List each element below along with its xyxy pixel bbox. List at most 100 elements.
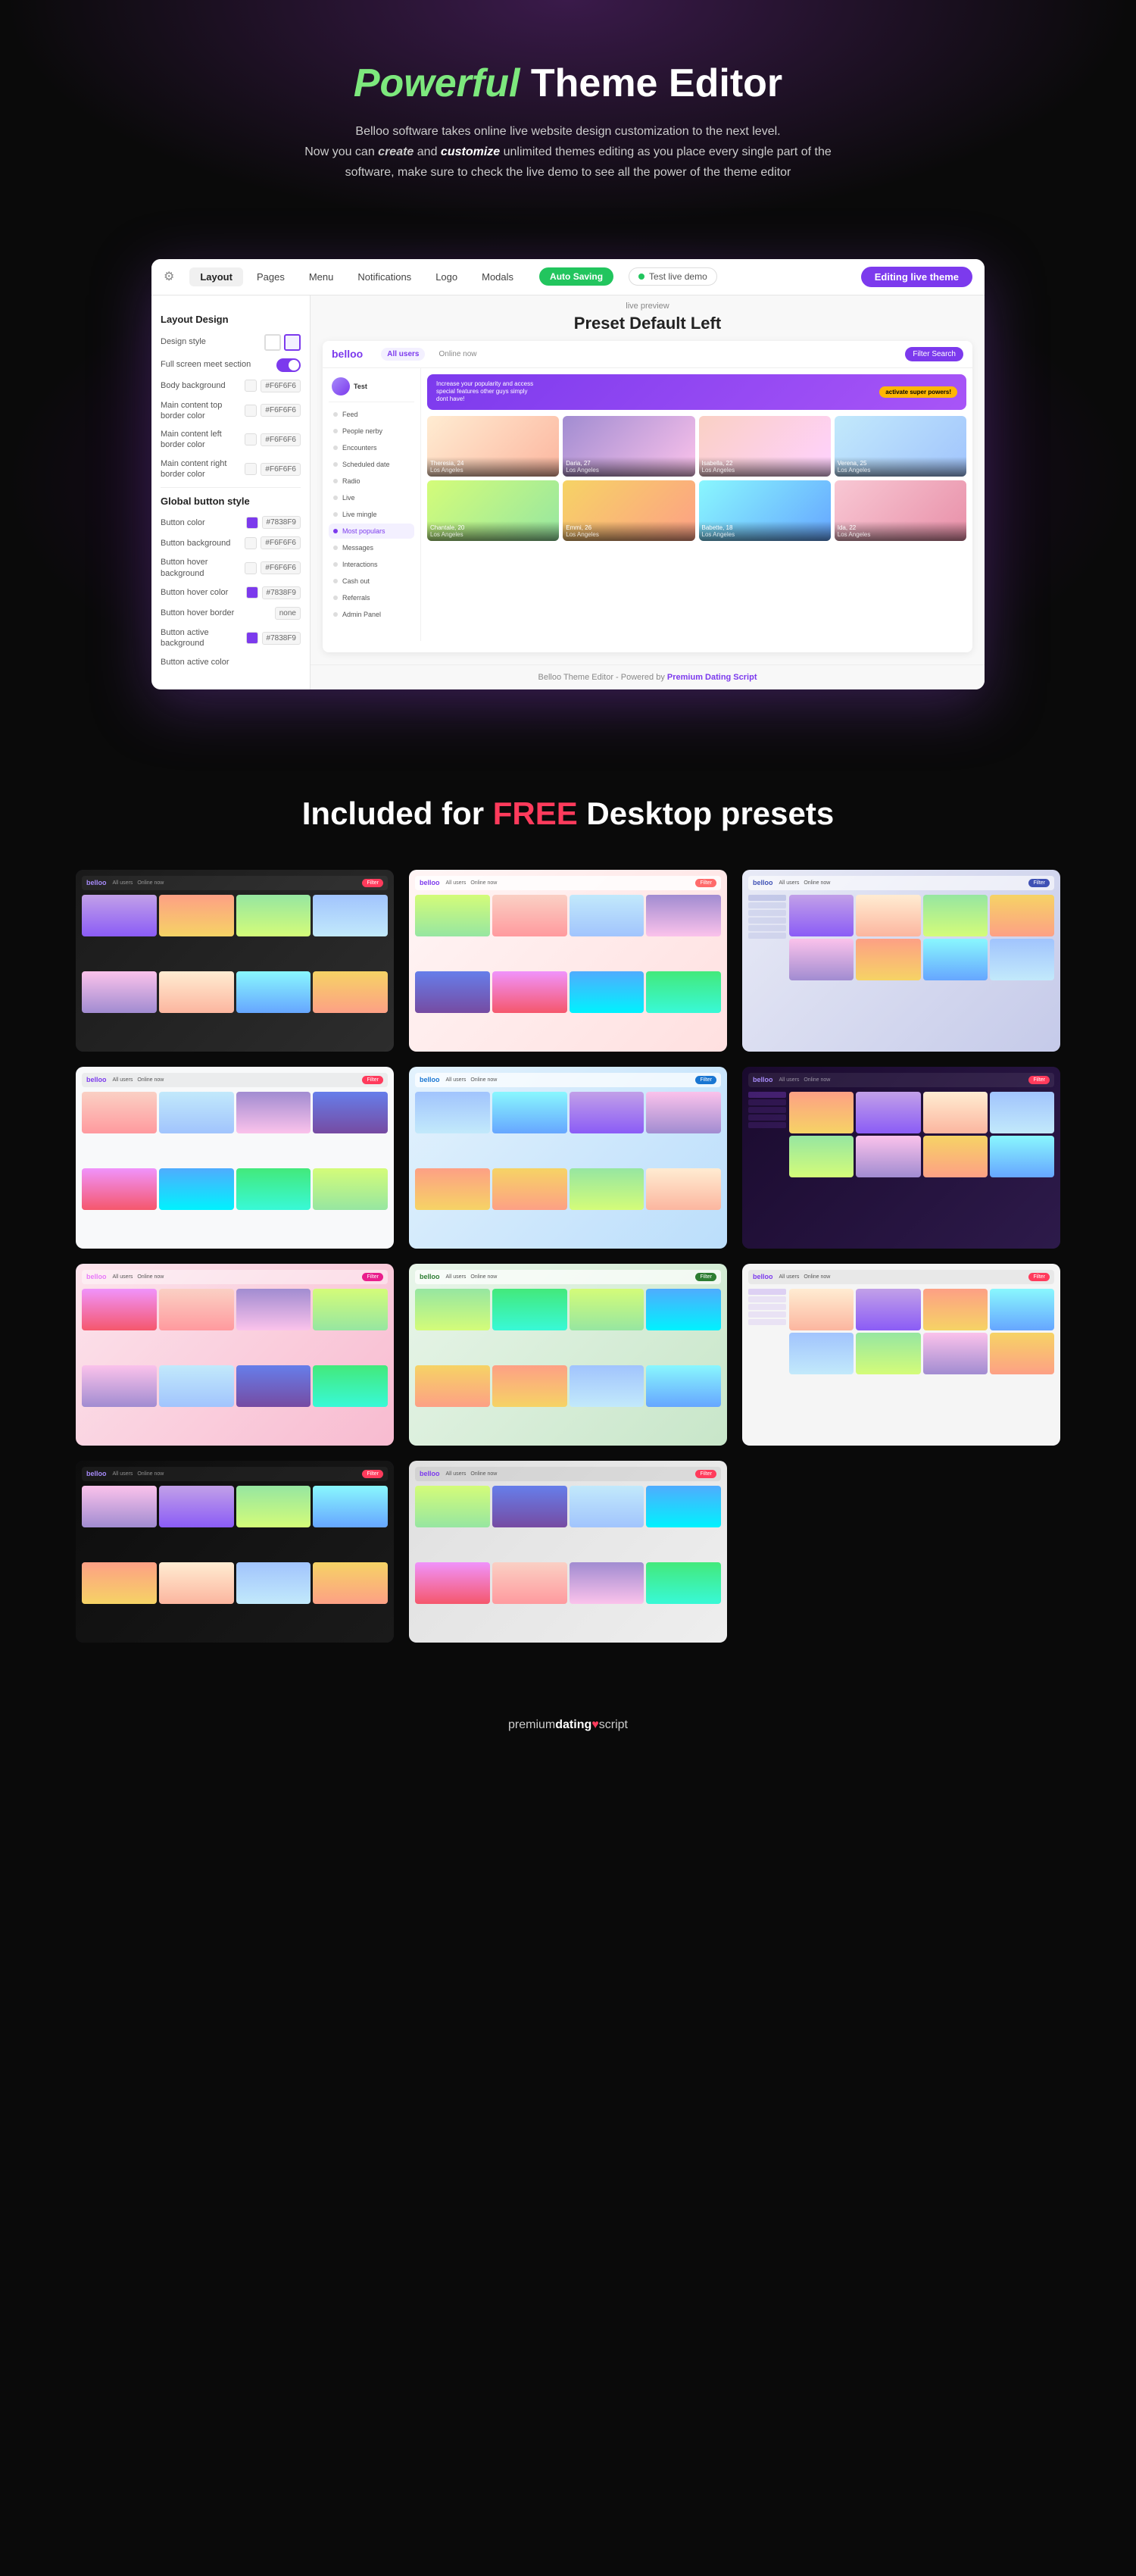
- preset-4-inner: belloo All users Online now Filter: [76, 1067, 394, 1249]
- nav-notifications[interactable]: Notifications: [347, 267, 422, 286]
- btn-hover-color-swatch[interactable]: [246, 586, 258, 599]
- nav-layout[interactable]: Layout: [189, 267, 243, 286]
- preset-5-topbar: belloo All users Online now Filter: [415, 1073, 721, 1087]
- messages-dot: [333, 546, 338, 550]
- main-right-swatch[interactable]: [245, 463, 257, 475]
- p8-card-3: [570, 1289, 644, 1330]
- layout-design-title: Layout Design: [161, 314, 301, 325]
- main-right-control[interactable]: #F6F6F6: [245, 463, 301, 476]
- preview-sidebar-scheduled[interactable]: Scheduled date: [329, 457, 414, 472]
- p4-card-4: [313, 1092, 388, 1133]
- p6-card-1: [789, 1092, 854, 1133]
- btn-hover-color-value: #7838F9: [262, 586, 301, 599]
- nav-modals[interactable]: Modals: [471, 267, 524, 286]
- btn-bg-control[interactable]: #F6F6F6: [245, 536, 301, 549]
- btn-hover-bg-value: #F6F6F6: [261, 561, 301, 574]
- preview-card-8: Ida, 22 Los Angeles: [835, 480, 966, 541]
- btn-color-swatch[interactable]: [246, 517, 258, 529]
- preview-sidebar-interactions[interactable]: Interactions: [329, 557, 414, 572]
- preset-mini-7: [236, 971, 311, 1013]
- p3-card-1: [789, 895, 854, 936]
- preview-user-area: Test: [329, 374, 414, 402]
- preview-sidebar-live-mingle[interactable]: Live mingle: [329, 507, 414, 522]
- preset-5-btn: Filter: [695, 1076, 716, 1084]
- card-overlay-6: Emmi, 26 Los Angeles: [563, 521, 694, 541]
- p9-card-7: [923, 1333, 988, 1374]
- p5-card-8: [646, 1168, 721, 1210]
- btn-hover-border-control[interactable]: none: [275, 607, 301, 620]
- nav-logo[interactable]: Logo: [425, 267, 468, 286]
- preview-tab-online[interactable]: Online now: [432, 348, 482, 361]
- body-bg-swatch[interactable]: [245, 380, 257, 392]
- preset-10-ui: belloo All users Online now Filter: [76, 1461, 394, 1643]
- auto-saving-button[interactable]: Auto Saving: [539, 267, 613, 286]
- p5-card-7: [570, 1168, 644, 1210]
- preview-sidebar-encounters[interactable]: Encounters: [329, 440, 414, 455]
- full-section-toggle[interactable]: [276, 358, 301, 372]
- preview-sidebar-most-popular[interactable]: Most populars: [329, 524, 414, 539]
- btn-hover-bg-swatch[interactable]: [245, 562, 257, 574]
- p3-card-7: [923, 939, 988, 980]
- preview-tab-all[interactable]: All users: [381, 348, 425, 361]
- global-btn-title: Global button style: [161, 496, 301, 507]
- preview-filter-button[interactable]: Filter Search: [905, 347, 963, 361]
- preview-sidebar-referrals[interactable]: Referrals: [329, 590, 414, 605]
- p4-card-5: [82, 1168, 157, 1210]
- p9-si-1: [748, 1289, 786, 1295]
- preset-3-btn: Filter: [1028, 879, 1050, 887]
- p7-card-1: [82, 1289, 157, 1330]
- footer-dating: dating: [555, 1718, 591, 1731]
- p6-si-3: [748, 1107, 786, 1113]
- style-box-1[interactable]: [264, 334, 281, 351]
- btn-bg-swatch[interactable]: [245, 537, 257, 549]
- preset-mini-16: [646, 971, 721, 1013]
- body-bg-control[interactable]: #F6F6F6: [245, 380, 301, 392]
- preset-2-topbar: belloo All users Online now Filter: [415, 876, 721, 890]
- preview-sidebar-radio[interactable]: Radio: [329, 474, 414, 489]
- preset-card-7: belloo All users Online now Filter: [76, 1264, 394, 1446]
- preview-sidebar-messages[interactable]: Messages: [329, 540, 414, 555]
- promo-button[interactable]: activate super powers!: [879, 386, 957, 398]
- editor-demo: ⚙ Layout Pages Menu Notifications Logo M…: [151, 259, 985, 689]
- p11-card-3: [570, 1486, 644, 1527]
- btn-active-bg-row: Button active background #7838F9: [161, 627, 301, 649]
- preview-username: Test: [354, 383, 367, 390]
- editor-left-panel[interactable]: Layout Design Design style Full screen m…: [151, 295, 311, 689]
- preview-sidebar-admin[interactable]: Admin Panel: [329, 607, 414, 622]
- btn-hover-bg-label: Button hover background: [161, 557, 245, 579]
- preview-sidebar-cashout[interactable]: Cash out: [329, 574, 414, 589]
- nav-pages[interactable]: Pages: [246, 267, 295, 286]
- main-top-swatch[interactable]: [245, 405, 257, 417]
- preset-8-grid: [415, 1289, 721, 1440]
- footer-link[interactable]: Premium Dating Script: [667, 673, 757, 682]
- btn-hover-color-control[interactable]: #7838F9: [246, 586, 301, 599]
- main-left-control[interactable]: #F6F6F6: [245, 433, 301, 446]
- preset-4-topbar: belloo All users Online now Filter: [82, 1073, 388, 1087]
- btn-active-bg-control[interactable]: #7838F9: [246, 632, 301, 645]
- style-box-2[interactable]: [284, 334, 301, 351]
- preview-sidebar-feed[interactable]: Feed: [329, 407, 414, 422]
- main-left-swatch[interactable]: [245, 433, 257, 445]
- design-style-control[interactable]: [264, 334, 301, 351]
- btn-active-bg-swatch[interactable]: [246, 632, 258, 644]
- btn-active-bg-label: Button active background: [161, 627, 246, 649]
- nav-menu[interactable]: Menu: [298, 267, 345, 286]
- preset-2-inner: belloo All users Online now Filter: [409, 870, 727, 1052]
- editing-live-button[interactable]: Editing live theme: [861, 267, 972, 287]
- ps-item-5: [748, 925, 786, 931]
- btn-hover-bg-control[interactable]: #F6F6F6: [245, 561, 301, 574]
- test-live-button[interactable]: Test live demo: [629, 267, 717, 286]
- preset-2-ui: belloo All users Online now Filter: [409, 870, 727, 1052]
- main-top-control[interactable]: #F6F6F6: [245, 404, 301, 417]
- btn-active-color-label: Button active color: [161, 657, 301, 667]
- p4-card-2: [159, 1092, 234, 1133]
- preset-mini-9: [415, 895, 490, 936]
- p3-card-6: [856, 939, 920, 980]
- preview-sidebar-live[interactable]: Live: [329, 490, 414, 505]
- preset-10-logo: belloo: [86, 1470, 107, 1477]
- main-top-value: #F6F6F6: [261, 404, 301, 417]
- settings-icon[interactable]: ⚙: [164, 269, 174, 284]
- btn-color-control[interactable]: #7838F9: [246, 516, 301, 529]
- p9-card-3: [923, 1289, 988, 1330]
- preview-sidebar-nerby[interactable]: People nerby: [329, 424, 414, 439]
